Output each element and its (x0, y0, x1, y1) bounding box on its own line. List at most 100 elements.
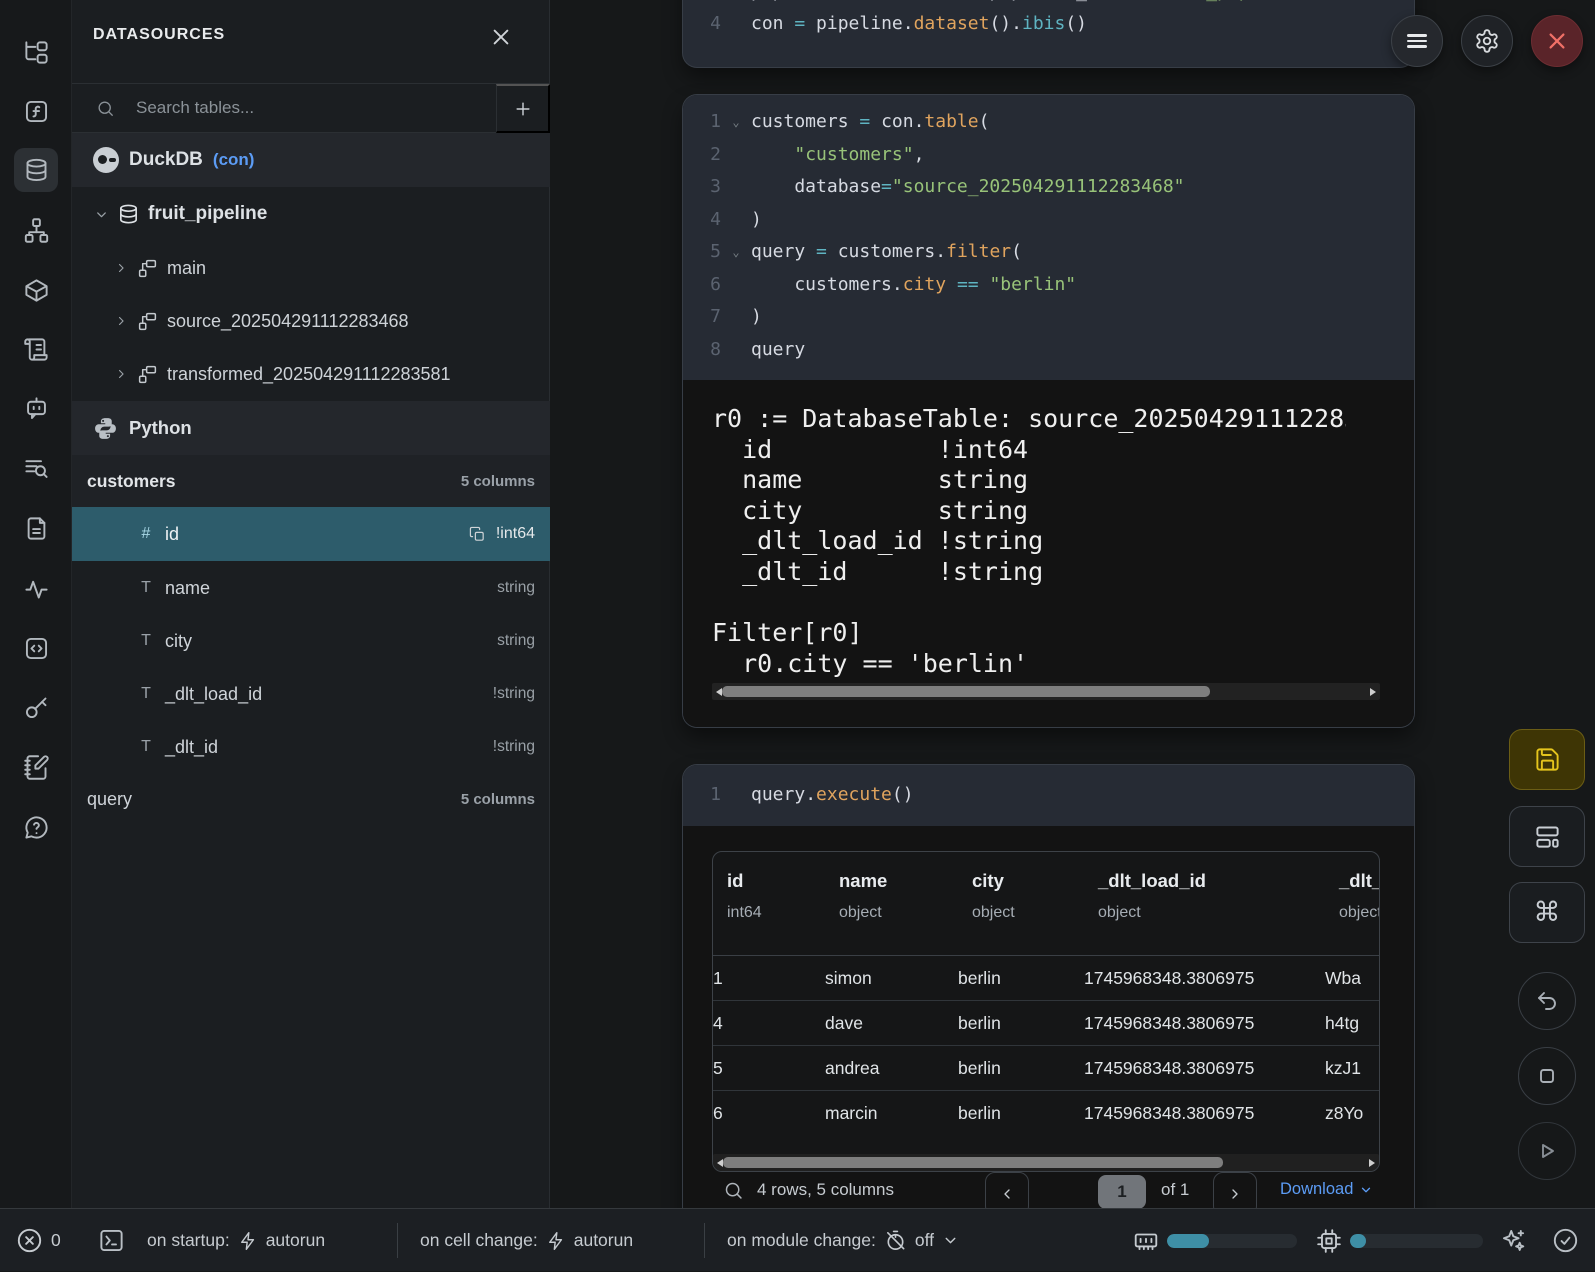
search-icon[interactable] (723, 1180, 744, 1201)
column-header[interactable]: _dlt_load_id (1084, 870, 1325, 892)
tree-item-schema-transformed[interactable]: transformed_202504291112283581 (72, 347, 550, 401)
page-number-input[interactable]: 1 (1098, 1175, 1146, 1209)
string-type-icon: T (136, 579, 156, 597)
file-tree-icon[interactable] (14, 30, 58, 74)
section-python[interactable]: Python (72, 401, 550, 455)
activity-icon[interactable] (14, 566, 58, 610)
code-text[interactable]: query.execute() (751, 779, 914, 812)
download-link[interactable]: Download (1280, 1180, 1373, 1199)
column-header[interactable]: _dlt_id (1325, 870, 1380, 892)
column-row-dlt-load-id[interactable]: T _dlt_load_id !string (72, 667, 550, 721)
line-number: 1 (691, 779, 721, 812)
chevron-down-icon[interactable] (94, 207, 109, 222)
line-number: 8 (691, 334, 721, 367)
scroll-right-arrow-icon[interactable] (1370, 688, 1376, 696)
code-cell-1[interactable]: pipeline = dlt.attach(pipeline_name="fru… (683, 0, 1414, 67)
code-text[interactable]: "customers", (751, 139, 924, 172)
on-startup-setting[interactable]: on startup: autorun (147, 1209, 325, 1272)
code-text[interactable]: customers.city == "berlin" (751, 269, 1076, 302)
error-count[interactable]: 0 (16, 1209, 61, 1272)
function-square-icon[interactable] (14, 89, 58, 133)
command-palette-button[interactable]: ⌘ (1509, 882, 1585, 943)
ram-icon (1133, 1228, 1159, 1254)
horizontal-scrollbar[interactable] (713, 1154, 1379, 1171)
code-square-icon[interactable] (14, 626, 58, 670)
database-icon[interactable] (14, 148, 58, 192)
code-editor[interactable]: 1 query.execute() (683, 765, 1414, 826)
code-text[interactable]: query (751, 334, 805, 367)
on-module-change-setting[interactable]: on module change: off (727, 1209, 959, 1272)
key-icon[interactable] (14, 685, 58, 729)
code-text[interactable]: ) (751, 204, 762, 237)
table-header-customers[interactable]: customers 5 columns (72, 455, 550, 507)
table-row[interactable]: 6marcinberlin1745968348.3806975z8Yo (713, 1091, 1379, 1136)
undo-button[interactable] (1518, 972, 1576, 1030)
layout-panels-icon (1534, 823, 1561, 850)
code-text[interactable]: con = pipeline.dataset().ibis() (751, 8, 1087, 41)
tree-item-schema-source[interactable]: source_202504291112283468 (72, 294, 550, 348)
chevron-right-icon[interactable] (114, 314, 128, 328)
line-number: 5 (691, 236, 721, 269)
column-dtype: int64 (713, 904, 825, 922)
connection-status-button[interactable] (1552, 1209, 1579, 1272)
connection-duckdb[interactable]: DuckDB (con) (72, 133, 550, 187)
column-row-dlt-id[interactable]: T _dlt_id !string (72, 720, 550, 774)
save-button[interactable] (1509, 729, 1585, 790)
run-button[interactable] (1518, 1122, 1576, 1180)
bot-message-icon[interactable] (14, 386, 58, 430)
fold-chevron-icon[interactable]: ⌄ (725, 106, 747, 139)
column-header[interactable]: city (958, 870, 1084, 892)
close-panel-button[interactable] (490, 24, 516, 50)
column-dtype: object (1325, 904, 1380, 922)
scrollbar-thumb[interactable] (722, 686, 1210, 697)
horizontal-scrollbar[interactable] (712, 683, 1380, 700)
column-header[interactable]: name (825, 870, 958, 892)
column-header[interactable]: id (713, 870, 825, 892)
notebook-area: pipeline = dlt.attach(pipeline_name="fru… (683, 0, 1414, 1271)
section-label: Python (129, 417, 192, 439)
column-row-id[interactable]: # id !int64 (72, 507, 550, 561)
column-count: 5 columns (461, 473, 535, 490)
settings-button[interactable] (1461, 15, 1513, 67)
notebook-menu-button[interactable] (1391, 15, 1443, 67)
code-text[interactable]: database="source_202504291112283468" (751, 171, 1185, 204)
chevron-right-icon[interactable] (114, 261, 128, 275)
list-search-icon[interactable] (14, 446, 58, 490)
help-circle-icon[interactable] (14, 805, 58, 849)
scroll-text-icon[interactable] (14, 327, 58, 371)
schema-icon (137, 258, 158, 279)
code-text[interactable]: ) (751, 301, 762, 334)
layout-toggle-button[interactable] (1509, 806, 1585, 867)
add-datasource-button[interactable] (496, 84, 550, 133)
line-number: 1 (691, 106, 721, 139)
table-header-query[interactable]: query 5 columns (72, 773, 550, 826)
box-icon[interactable] (14, 268, 58, 312)
column-row-city[interactable]: T city string (72, 614, 550, 668)
network-icon[interactable] (14, 208, 58, 252)
copy-icon[interactable] (469, 526, 486, 543)
on-cell-change-setting[interactable]: on cell change: autorun (420, 1209, 633, 1272)
tree-item-database[interactable]: fruit_pipeline (72, 187, 550, 241)
table-row[interactable]: 1simonberlin1745968348.3806975Wba (713, 956, 1379, 1001)
code-text[interactable]: customers = con.table( (751, 106, 989, 139)
code-text[interactable]: query = customers.filter( (751, 236, 1022, 269)
scrollbar-thumb[interactable] (723, 1157, 1223, 1168)
code-cell-2[interactable]: 1⌄customers = con.table( 2 "customers", … (683, 95, 1414, 727)
search-input[interactable]: Search tables... (136, 98, 254, 118)
code-editor[interactable]: 1⌄customers = con.table( 2 "customers", … (683, 95, 1414, 380)
chevron-right-icon[interactable] (114, 367, 128, 381)
stop-button[interactable] (1518, 1047, 1576, 1105)
table-row[interactable]: 5andreaberlin1745968348.3806975kzJ1 (713, 1046, 1379, 1091)
code-cell-3[interactable]: 1 query.execute() id name city _dlt_load_… (683, 765, 1414, 1240)
shutdown-button[interactable] (1531, 15, 1583, 67)
terminal-button[interactable] (98, 1209, 125, 1272)
table-row[interactable]: 4daveberlin1745968348.3806975h4tg (713, 1001, 1379, 1046)
tree-item-schema-main[interactable]: main (72, 241, 550, 295)
notebook-pen-icon[interactable] (14, 745, 58, 789)
ai-assistant-button[interactable] (1500, 1209, 1527, 1272)
connection-engine: DuckDB (129, 149, 203, 171)
scroll-right-arrow-icon[interactable] (1369, 1159, 1375, 1167)
file-text-icon[interactable] (14, 506, 58, 550)
column-row-name[interactable]: T name string (72, 561, 550, 615)
fold-chevron-icon[interactable]: ⌄ (725, 236, 747, 269)
